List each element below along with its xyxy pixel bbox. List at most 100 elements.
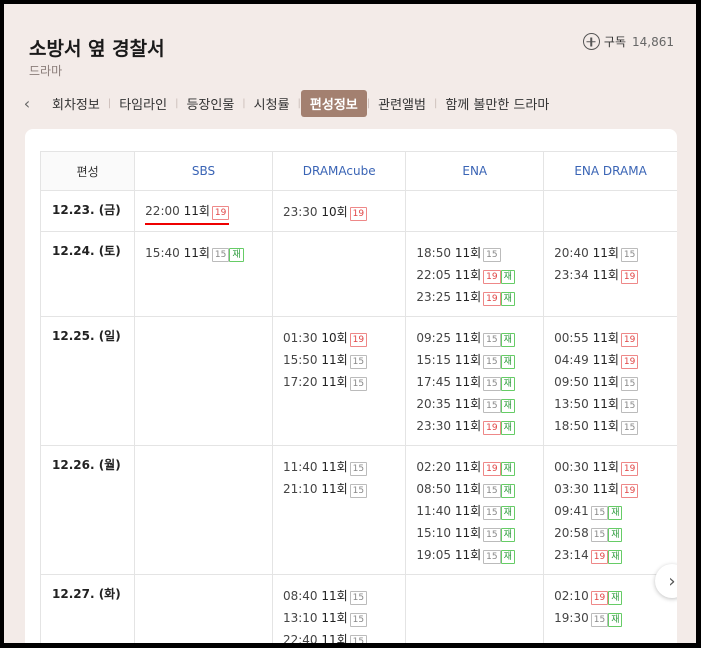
airing-slot[interactable]: 20:35 11회 15 재	[416, 393, 543, 415]
schedule-cell: 00:30 11회 19 03:30 11회 19 09:41 15 재 20:58 15 재 23…	[543, 445, 677, 575]
airing-slot[interactable]: 18:50 11회 15	[416, 242, 543, 264]
subscribe-label: 구독	[603, 35, 626, 49]
airing-slot[interactable]: 17:20 11회 15	[283, 371, 405, 393]
episode-number: 11회	[454, 290, 482, 304]
episode-number: 11회	[454, 548, 482, 562]
rerun-badge: 재	[608, 591, 623, 605]
age-rating-badge: 19	[620, 333, 639, 347]
airing-slot[interactable]: 21:10 11회 15	[283, 478, 405, 500]
schedule-cell: 23:30 10회 19	[271, 190, 406, 232]
airing-slot[interactable]: 08:50 11회 15 재	[416, 478, 543, 500]
airing-time: 15:10	[416, 526, 451, 540]
airing-slot[interactable]: 15:15 11회 15 재	[416, 349, 543, 371]
channel-header[interactable]: ENA	[405, 151, 544, 191]
rerun-badge: 재	[500, 355, 515, 369]
tab-3[interactable]: 등장인물	[178, 94, 242, 113]
airing-time: 17:20	[282, 375, 318, 389]
schedule-cell: 18:50 11회 15 22:05 11회 19 재 23:25 11회 19 재	[405, 231, 544, 317]
age-rating-badge: 19	[620, 462, 639, 476]
rerun-badge: 재	[608, 528, 623, 542]
channel-header[interactable]: DRAMAcube	[271, 151, 406, 191]
age-rating-badge: 15	[483, 528, 501, 542]
age-rating-badge: 15	[620, 421, 639, 435]
airing-slot[interactable]: 15:50 11회 15	[283, 349, 405, 371]
tab-7[interactable]: 함께 볼만한 드라마	[437, 94, 557, 113]
airing-slot[interactable]: 13:10 11회 15	[283, 607, 405, 629]
airing-time: 09:41	[554, 504, 589, 518]
airing-slot[interactable]: 23:25 11회 19 재	[416, 286, 543, 308]
rerun-badge: 재	[500, 421, 515, 435]
airing-slot[interactable]: 22:05 11회 19 재	[416, 264, 543, 286]
episode-number: 11회	[321, 460, 348, 474]
airing-time: 02:10	[554, 589, 589, 603]
age-rating-badge: 19	[349, 333, 368, 347]
schedule-table-scroll[interactable]: 편성 SBS DRAMAcube ENA ENA DRAMA 12.23. (금) 22:…	[40, 151, 677, 647]
channel-header[interactable]: ENA DRAMA	[543, 151, 677, 191]
airing-slot[interactable]: 08:40 11회 15	[283, 585, 405, 607]
episode-number: 11회	[592, 375, 619, 389]
airing-time: 01:30	[282, 331, 318, 345]
age-rating-badge: 19	[620, 270, 639, 284]
age-rating-badge: 15	[620, 399, 639, 413]
rerun-badge: 재	[500, 550, 515, 564]
airing-slot[interactable]: 23:14 19 재	[554, 544, 677, 566]
tab-1[interactable]: 회차정보	[44, 94, 108, 113]
airing-slot[interactable]: 03:30 11회 19	[554, 478, 677, 500]
schedule-row: 12.23. (금) 22:00 11회 19 23:30 10회 19	[40, 190, 677, 232]
schedule-cell: 02:20 11회 19 재 08:50 11회 15 재 11:40 11회 15 재 15:1…	[405, 445, 544, 575]
airing-slot[interactable]: 19:30 15 재	[554, 607, 677, 629]
tab-4[interactable]: 시청률	[246, 94, 298, 113]
airing-slot[interactable]: 15:40 11회 15 재	[145, 242, 272, 264]
age-rating-badge: 15	[620, 377, 639, 391]
tab-2[interactable]: 타임라인	[111, 94, 175, 113]
age-rating-badge: 15	[620, 248, 639, 262]
airing-slot[interactable]: 23:30 11회 19 재	[416, 415, 543, 437]
chevron-left-icon[interactable]: ‹	[18, 94, 36, 113]
airing-slot[interactable]: 04:49 11회 19	[554, 349, 677, 371]
airing-slot[interactable]: 18:50 11회 15	[554, 415, 677, 437]
airing-slot[interactable]: 23:30 10회 19	[283, 201, 405, 223]
airing-slot[interactable]: 22:40 11회 15	[283, 629, 405, 647]
episode-number: 11회	[454, 526, 482, 540]
airing-slot[interactable]: 11:40 11회 15 재	[416, 500, 543, 522]
airing-slot[interactable]: 23:34 11회 19	[554, 264, 677, 286]
rerun-badge: 재	[500, 333, 515, 347]
date-cell: 12.27. (화)	[40, 574, 135, 643]
airing-slot[interactable]: 00:55 11회 19	[554, 327, 677, 349]
airing-slot[interactable]: 15:10 11회 15 재	[416, 522, 543, 544]
rerun-badge: 재	[608, 506, 623, 520]
airing-slot[interactable]: 20:58 15 재	[554, 522, 677, 544]
episode-number: 11회	[321, 375, 348, 389]
airing-slot[interactable]: 13:50 11회 15	[554, 393, 677, 415]
episode-number: 11회	[321, 482, 348, 496]
airing-slot[interactable]: 17:45 11회 15 재	[416, 371, 543, 393]
schedule-cell	[405, 190, 544, 232]
airing-slot[interactable]: 02:20 11회 19 재	[416, 456, 543, 478]
schedule-cell: 15:40 11회 15 재	[134, 231, 273, 317]
airing-time: 19:30	[554, 611, 589, 625]
program-genre[interactable]: 드라마	[29, 62, 62, 79]
airing-slot[interactable]: 09:41 15 재	[554, 500, 677, 522]
airing-time: 22:00	[145, 203, 180, 218]
airing-slot[interactable]: 11:40 11회 15	[283, 456, 405, 478]
rerun-badge: 재	[608, 613, 623, 627]
airing-slot[interactable]: 00:30 11회 19	[554, 456, 677, 478]
age-rating-badge: 15	[483, 377, 501, 391]
airing-time: 18:50	[554, 419, 589, 433]
episode-number: 10회	[321, 331, 348, 345]
subscribe-button[interactable]: 구독 14,861	[582, 33, 674, 50]
airing-slot[interactable]: 19:05 11회 15 재	[416, 544, 543, 566]
episode-number: 11회	[321, 633, 348, 647]
rerun-badge: 재	[500, 506, 515, 520]
airing-slot[interactable]: 22:00 11회 19	[145, 201, 272, 225]
tab-5[interactable]: 편성정보	[300, 89, 367, 117]
tab-6[interactable]: 관련앨범	[370, 94, 434, 113]
airing-slot[interactable]: 01:30 10회 19	[283, 327, 405, 349]
airing-time: 13:50	[554, 397, 589, 411]
airing-slot[interactable]: 09:25 11회 15 재	[416, 327, 543, 349]
channel-header[interactable]: SBS	[134, 151, 273, 191]
airing-slot[interactable]: 20:40 11회 15	[554, 242, 677, 264]
airing-slot[interactable]: 09:50 11회 15	[554, 371, 677, 393]
age-rating-badge: 19	[590, 591, 609, 605]
episode-number: 11회	[183, 203, 210, 218]
